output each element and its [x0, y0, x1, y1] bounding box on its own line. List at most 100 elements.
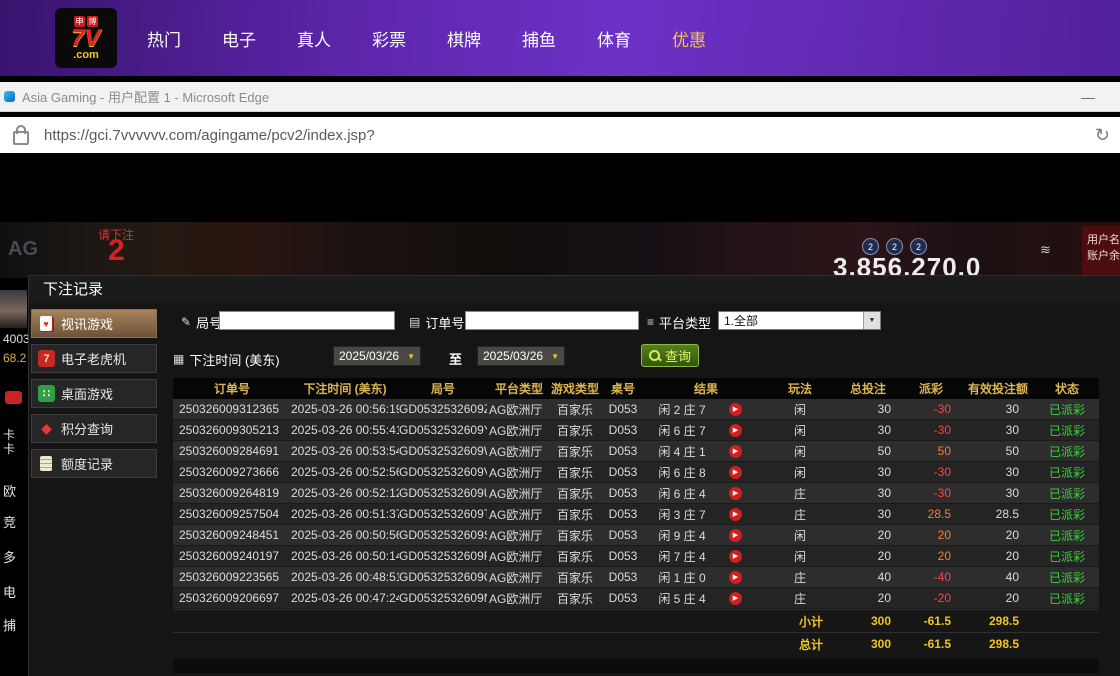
valid-bet-cell: 50 [961, 444, 1035, 458]
date-from-picker[interactable]: 2025/03/26 ▼ [333, 346, 421, 366]
nav-item[interactable]: 电子 [222, 26, 256, 51]
logo-suffix: .com [73, 50, 99, 61]
round-cell: GD0532532609N [399, 591, 487, 605]
column-header: 游戏类型 [551, 380, 599, 397]
order-cell: 250326009240197 [173, 549, 291, 563]
order-cell: 250326009273666 [173, 465, 291, 479]
search-button[interactable]: 查询 [641, 344, 699, 367]
refresh-icon[interactable]: ↻ [1095, 125, 1110, 146]
bet-amount-cell: 20 [835, 549, 901, 563]
date-to-picker[interactable]: 2025/03/26 ▼ [477, 346, 565, 366]
status-cell: 已派彩 [1035, 590, 1099, 607]
platform-cell: AG欧洲厅 [487, 506, 551, 523]
subtotal-payout: -61.5 [901, 614, 961, 628]
result-cell: 闲 6 庄 4▶ [647, 485, 765, 502]
sidebar-item[interactable]: 桌面游戏 [31, 379, 157, 408]
result-number: 2 [108, 234, 125, 268]
search-button-label: 查询 [665, 346, 691, 365]
result-cell: 闲 9 庄 4▶ [647, 527, 765, 544]
menu-fragment: 68.2 [3, 351, 26, 365]
play-icon[interactable]: ▶ [729, 424, 742, 437]
status-cell: 已派彩 [1035, 527, 1099, 544]
table-cell: D053 [599, 486, 647, 500]
play-type-cell: 庄 [765, 590, 835, 607]
sidebar-item-label: 积分查询 [61, 419, 113, 438]
bet-time-label-text: 下注时间 (美东) [189, 350, 279, 369]
url-text[interactable]: https://gci.7vvvvvv.com/agingame/pcv2/in… [44, 127, 375, 144]
account-balance-label: 账户余额: [1087, 248, 1120, 264]
payout-cell: 20 [901, 549, 961, 563]
table-cell: D053 [599, 402, 647, 416]
table-cell: D053 [599, 507, 647, 521]
subtotal-row: 小计 300 -61.5 298.5 [173, 609, 1099, 632]
play-icon[interactable]: ▶ [729, 550, 742, 563]
platform-cell: AG欧洲厅 [487, 464, 551, 481]
order-number-input[interactable] [465, 311, 639, 330]
nav-item[interactable]: 棋牌 [447, 26, 481, 51]
table-row: 2503260092401972025-03-26 00:50:14GD0532… [173, 546, 1099, 567]
nav-item[interactable]: 捕鱼 [522, 26, 556, 51]
round-number-input[interactable] [219, 311, 395, 330]
minimize-button[interactable]: — [1081, 89, 1095, 105]
round-cell: GD0532532609W [399, 444, 487, 458]
play-icon[interactable]: ▶ [729, 508, 742, 521]
sidebar-item[interactable]: 积分查询 [31, 414, 157, 443]
total-valid: 298.5 [961, 637, 1035, 651]
column-header: 派彩 [901, 380, 961, 397]
table-cell: D053 [599, 591, 647, 605]
total-payout: -61.5 [901, 637, 961, 651]
nav-item[interactable]: 热门 [147, 26, 181, 51]
sidebar-item[interactable]: 电子老虎机 [31, 344, 157, 373]
play-icon[interactable]: ▶ [729, 466, 742, 479]
chevron-down-icon: ▼ [551, 352, 559, 361]
nav-item[interactable]: 真人 [297, 26, 331, 51]
magnifier-icon [649, 350, 660, 361]
total-label: 总计 [765, 636, 835, 653]
game-cell: 百家乐 [551, 401, 599, 418]
subtotal-bet: 300 [835, 614, 901, 628]
payout-cell: -30 [901, 423, 961, 437]
nav-item[interactable]: 优惠 [672, 26, 706, 51]
table-row: 2503260092648192025-03-26 00:52:12GD0532… [173, 483, 1099, 504]
date-from-value: 2025/03/26 [339, 349, 399, 363]
dice-icon [38, 385, 55, 402]
sidebar-item[interactable]: 视讯游戏 [31, 309, 157, 338]
round-cell: GD0532532609V [399, 465, 487, 479]
result-text: 闲 6 庄 7 [647, 422, 717, 439]
list-icon [647, 315, 654, 329]
platform-cell: AG欧洲厅 [487, 422, 551, 439]
menu-fragment: 卡卡 [3, 428, 17, 456]
play-icon[interactable]: ▶ [729, 592, 742, 605]
table-cell: D053 [599, 444, 647, 458]
nav-item[interactable]: 体育 [597, 26, 631, 51]
chevron-down-icon: ▼ [863, 312, 880, 329]
play-icon[interactable]: ▶ [729, 403, 742, 416]
site-logo[interactable]: 申 博 7V .com [55, 8, 117, 68]
play-icon[interactable]: ▶ [729, 529, 742, 542]
order-number-label-text: 订单号 [425, 313, 464, 332]
slot-icon [38, 350, 55, 367]
column-header: 订单号 [173, 380, 291, 397]
wifi-icon [1040, 242, 1051, 258]
sidebar-item[interactable]: 额度记录 [31, 449, 157, 478]
play-icon[interactable]: ▶ [729, 487, 742, 500]
bet-amount-cell: 30 [835, 402, 901, 416]
round-cell: GD0532532609R [399, 549, 487, 563]
payout-cell: 28.5 [901, 507, 961, 521]
order-cell: 250326009206697 [173, 591, 291, 605]
nav-item[interactable]: 彩票 [372, 26, 406, 51]
platform-type-select[interactable]: 1.全部 ▼ [718, 311, 881, 330]
play-type-cell: 庄 [765, 485, 835, 502]
result-cell: 闲 2 庄 7▶ [647, 401, 765, 418]
platform-cell: AG欧洲厅 [487, 443, 551, 460]
status-cell: 已派彩 [1035, 422, 1099, 439]
round-cell: GD0532532609S [399, 528, 487, 542]
menu-fragment: 4003 [3, 332, 30, 346]
bet-amount-cell: 30 [835, 465, 901, 479]
play-icon[interactable]: ▶ [729, 571, 742, 584]
menu-fragment: 电 [3, 582, 16, 601]
play-type-cell: 闲 [765, 548, 835, 565]
order-cell: 250326009257504 [173, 507, 291, 521]
bet-amount-cell: 30 [835, 486, 901, 500]
play-icon[interactable]: ▶ [729, 445, 742, 458]
